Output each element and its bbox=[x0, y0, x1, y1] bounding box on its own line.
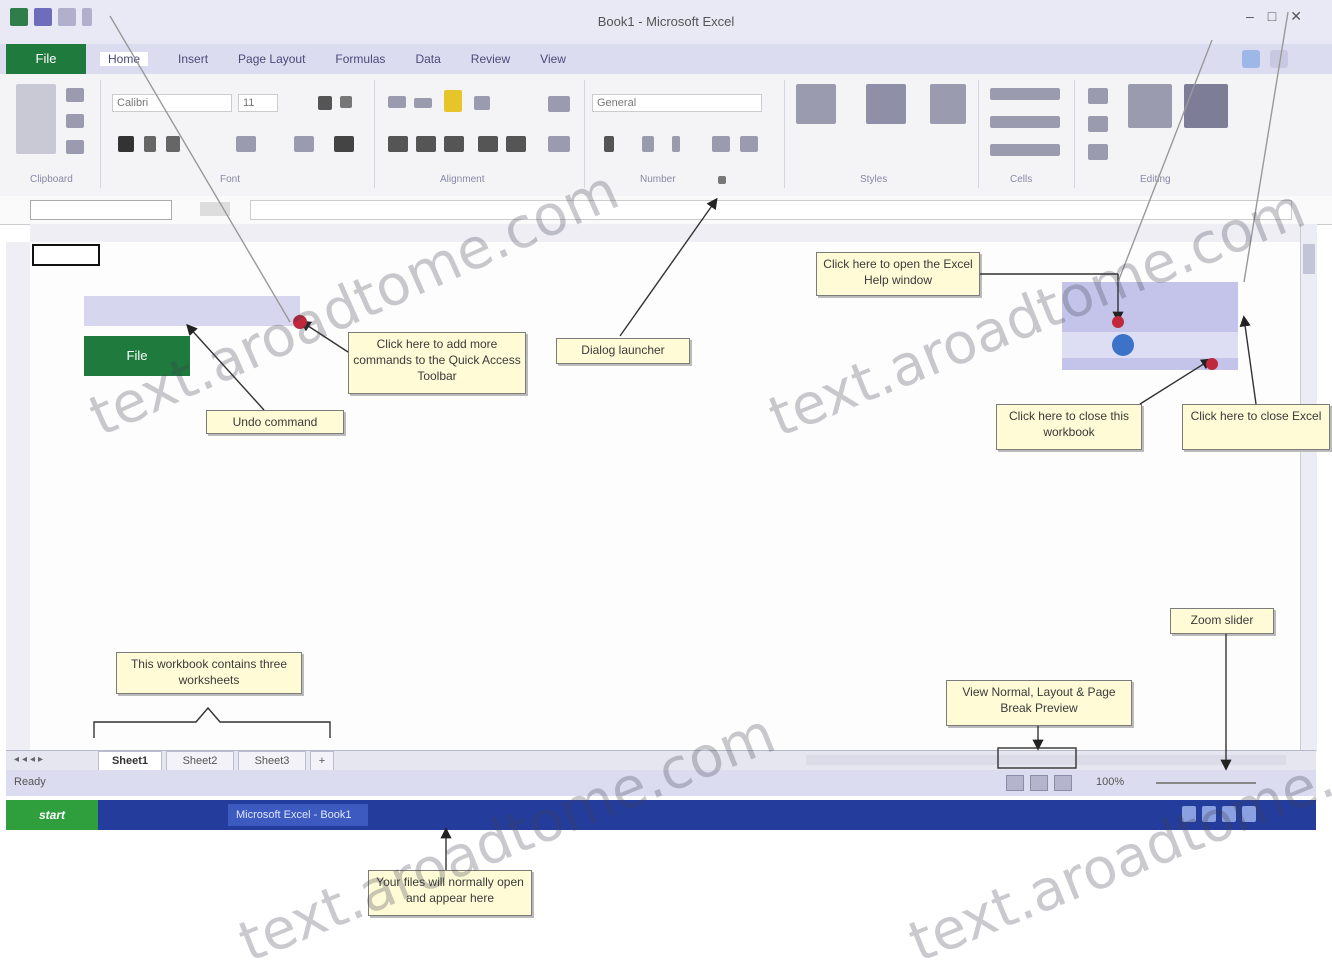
help-highlight-dot bbox=[1112, 316, 1124, 328]
arrow-close-excel bbox=[1239, 315, 1257, 405]
bracket-sheets bbox=[93, 706, 331, 738]
arrow-dialog-launcher bbox=[619, 197, 718, 337]
arrow-close-workbook bbox=[1139, 358, 1213, 405]
close-workbook-highlight-dot bbox=[1206, 358, 1218, 370]
view-buttons-highlight bbox=[997, 747, 1077, 769]
excel-screenshot: Book1 - Microsoft Excel – □ ✕ File Home … bbox=[0, 0, 1332, 975]
arrow-qat-source bbox=[109, 15, 291, 323]
